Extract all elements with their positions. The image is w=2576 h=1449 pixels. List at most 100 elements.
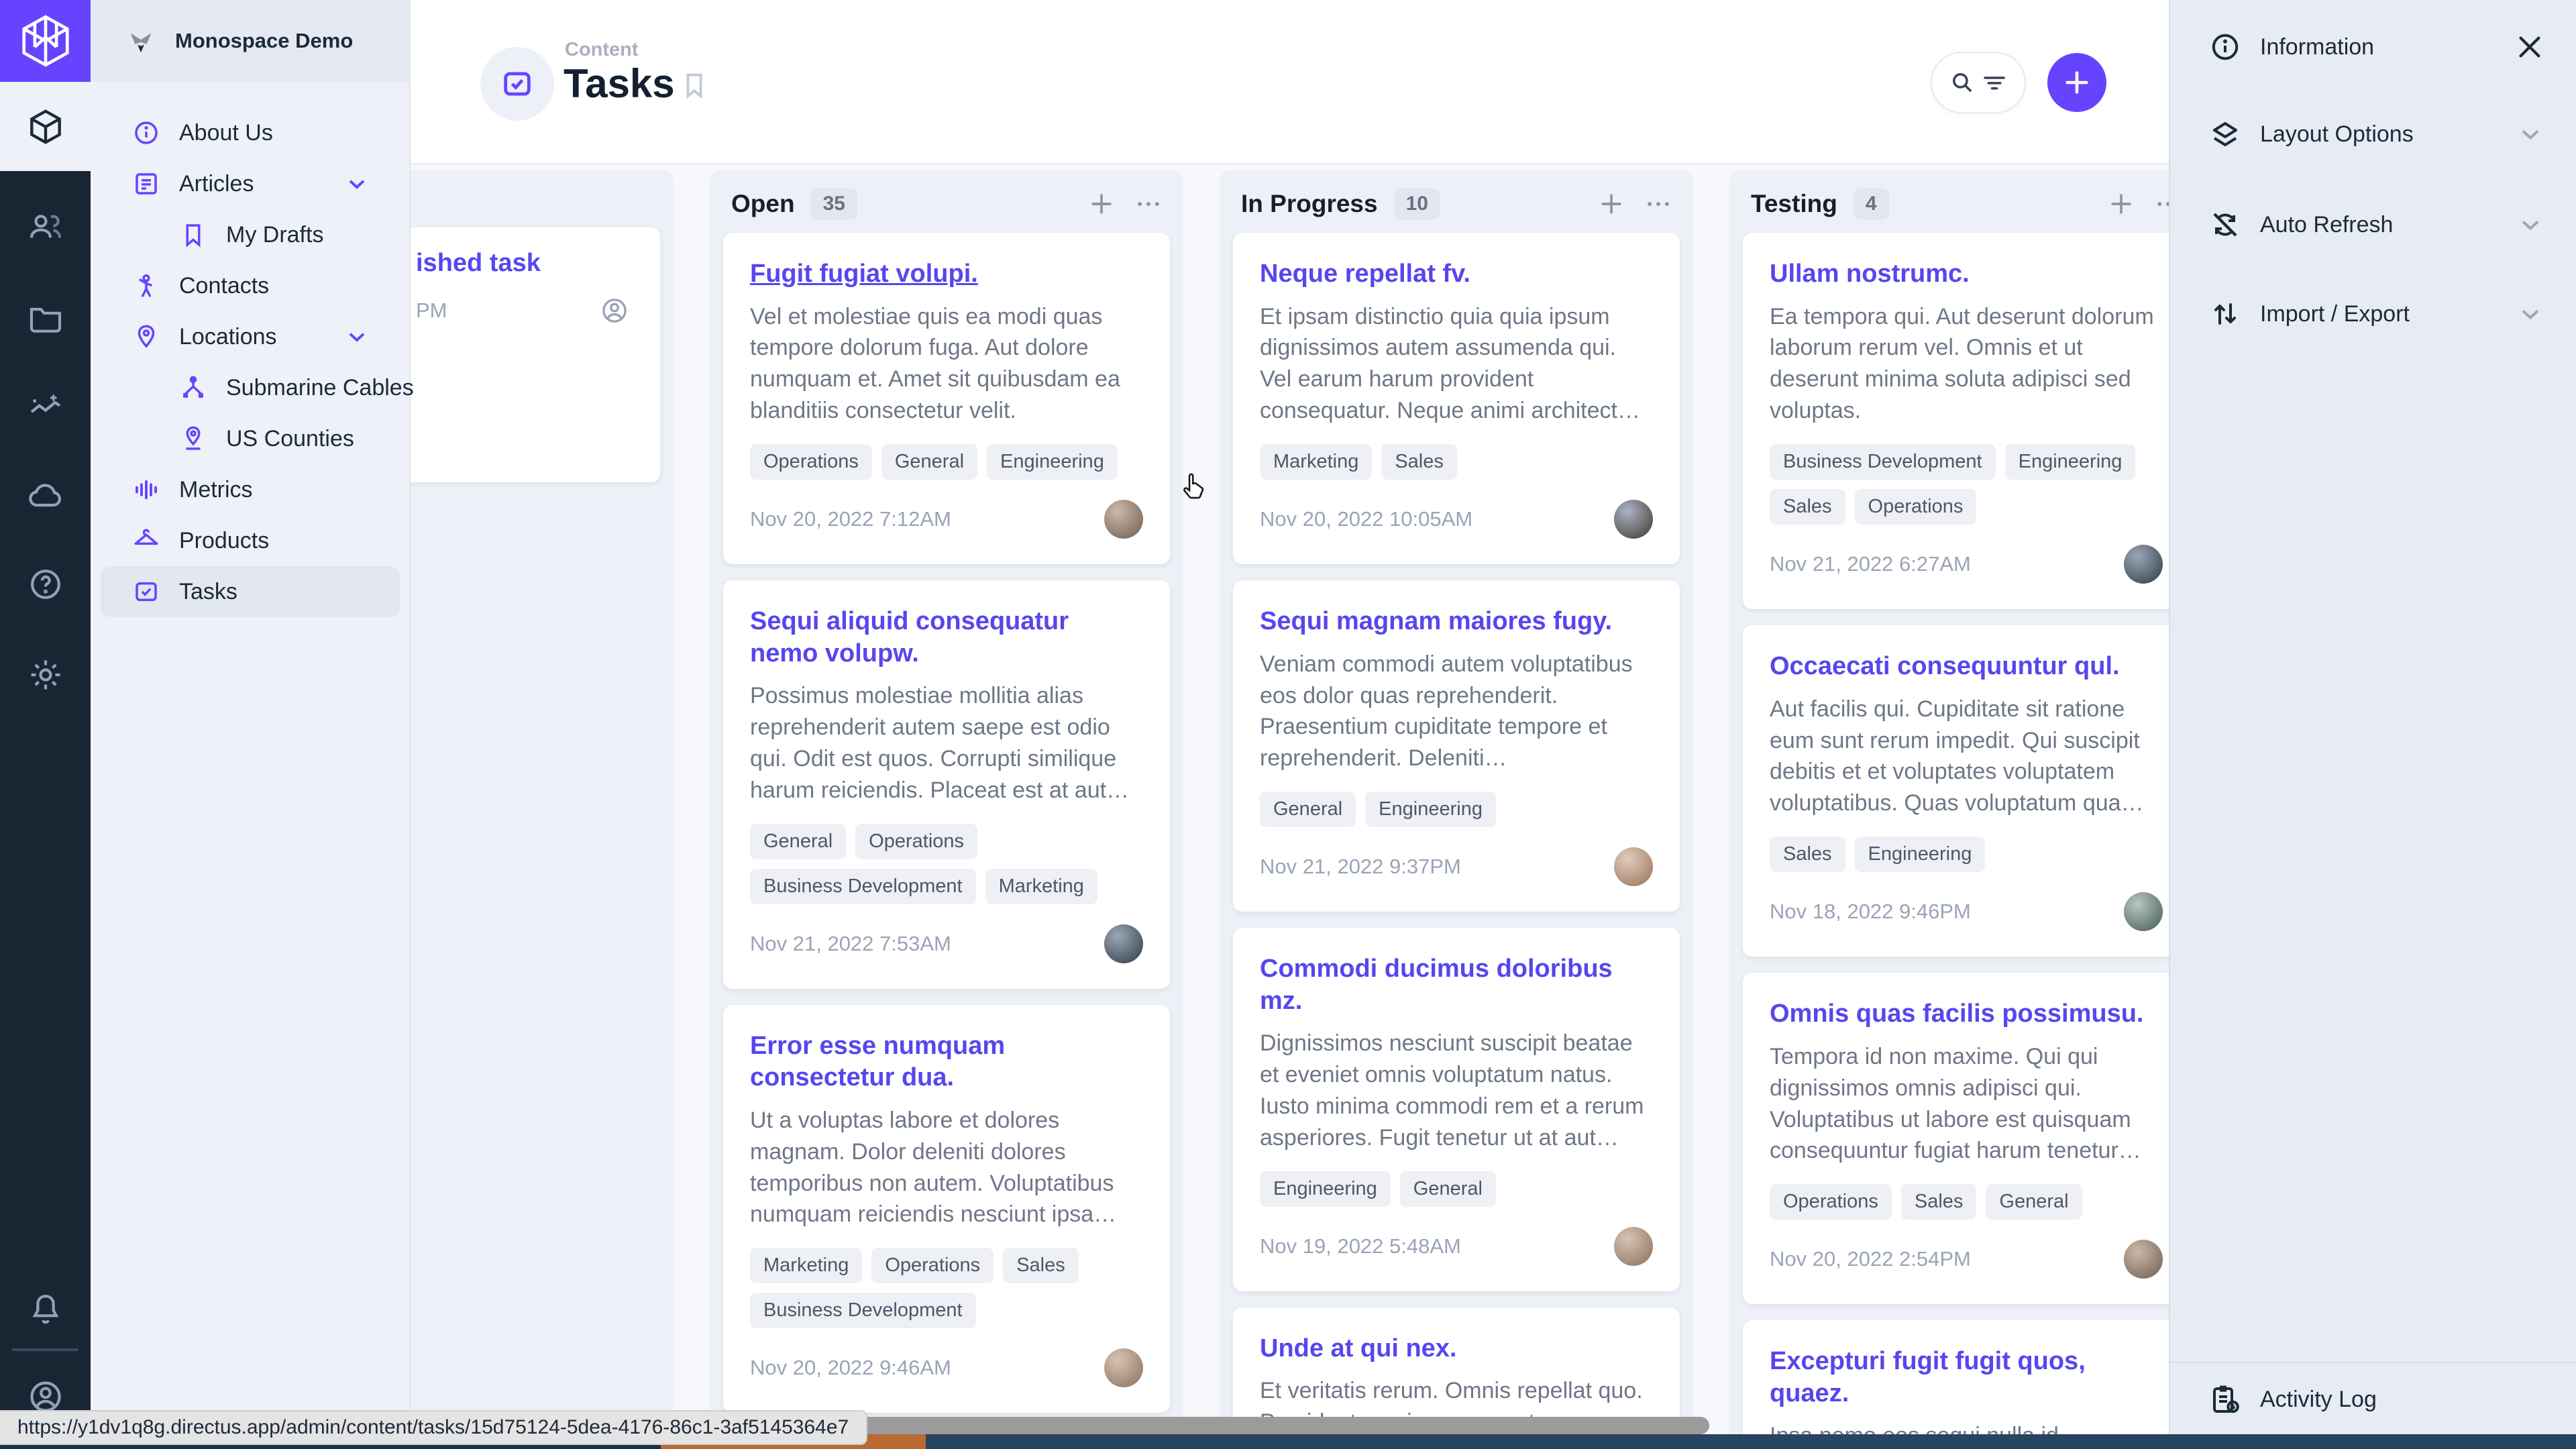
card-date: Nov 21, 2022 6:27AM — [1770, 552, 1971, 576]
sidebar-item-my-drafts[interactable]: My Drafts — [91, 209, 409, 260]
rail-item-insights[interactable] — [27, 388, 64, 426]
add-card-icon[interactable] — [2106, 189, 2136, 219]
card-body: Possimus molestiae mollitia alias repreh… — [750, 680, 1143, 806]
page-header: Content Tasks — [411, 0, 2169, 164]
card-title[interactable]: Neque repellat fv. — [1260, 258, 1653, 290]
task-card[interactable]: Fugit fugiat volupi. Vel et molestiae qu… — [723, 233, 1170, 564]
tag-chip: Sales — [1901, 1184, 1977, 1220]
task-card[interactable]: Ullam nostrumc. Ea tempora qui. Aut dese… — [1743, 233, 2190, 609]
card-body: Ea tempora qui. Aut deserunt dolorum lab… — [1770, 301, 2163, 427]
task-card[interactable]: Commodi ducimus doloribus mz. Dignissimo… — [1233, 928, 1680, 1291]
card-title[interactable]: Commodi ducimus doloribus mz. — [1260, 953, 1653, 1017]
tag-chip: Business Development — [750, 1293, 976, 1328]
add-card-icon[interactable] — [1597, 189, 1626, 219]
chevron-down-icon[interactable] — [2516, 210, 2545, 239]
card-title[interactable]: Sequi aliquid consequatur nemo volupw. — [750, 606, 1143, 669]
task-card[interactable]: Sequi magnam maiores fugy. Veniam commod… — [1233, 580, 1680, 912]
tag-chip: Marketing — [985, 869, 1097, 904]
chevron-down-icon[interactable] — [343, 323, 370, 350]
task-card[interactable]: Occaecati consequuntur qul. Aut facilis … — [1743, 625, 2190, 957]
sidebar-section-import-export[interactable]: Import / Export — [2170, 280, 2576, 347]
user-avatar-icon — [600, 296, 629, 325]
sidebar-item-metrics[interactable]: Metrics — [91, 464, 409, 515]
bookmark-icon[interactable] — [679, 70, 710, 101]
info-icon — [132, 119, 160, 147]
column-menu-icon[interactable] — [1134, 189, 1163, 219]
card-tags: Sales Engineering — [1770, 837, 2163, 872]
sidebar-item-products[interactable]: Products — [91, 515, 409, 566]
card-body: Vel et molestiae quis ea modi quas tempo… — [750, 301, 1143, 427]
sidebar-section-activity-log[interactable]: Activity Log — [2170, 1366, 2576, 1433]
breadcrumb[interactable]: Content — [565, 39, 639, 61]
column-menu-icon[interactable] — [1644, 189, 1673, 219]
sidebar-section-auto-refresh[interactable]: Auto Refresh — [2170, 191, 2576, 258]
sidebar-item-articles[interactable]: Articles — [91, 158, 409, 209]
section-label: Layout Options — [2260, 121, 2414, 148]
sidebar-item-us-counties[interactable]: US Counties — [91, 413, 409, 464]
rail-item-help[interactable] — [27, 566, 64, 603]
equalizer-icon — [132, 476, 160, 504]
task-card[interactable]: Error esse numquam consectetur dua. Ut a… — [723, 1005, 1170, 1413]
task-card[interactable]: Excepturi fugit fugit quos, quaez. Ipsa … — [1743, 1320, 2190, 1449]
card-title[interactable]: Fugit fugiat volupi. — [750, 258, 1143, 290]
bookmark-icon — [179, 221, 207, 249]
sidebar-item-submarine-cables[interactable]: Submarine Cables — [91, 362, 409, 413]
tag-chip: Operations — [855, 824, 977, 859]
avatar — [2124, 1240, 2163, 1279]
sidebar-section-information[interactable]: Information — [2170, 13, 2576, 80]
chevron-down-icon[interactable] — [2516, 119, 2545, 149]
card-title[interactable]: Error esse numquam consectetur dua. — [750, 1030, 1143, 1094]
task-card[interactable]: Neque repellat fv. Et ipsam distinctio q… — [1233, 233, 1680, 564]
chevron-down-icon[interactable] — [2516, 299, 2545, 329]
sidebar-section-layout-options[interactable]: Layout Options — [2170, 101, 2576, 168]
card-title[interactable]: Sequi magnam maiores fugy. — [1260, 606, 1653, 638]
filter-icon[interactable] — [1980, 68, 2008, 97]
card-tags: Operations Sales General — [1770, 1184, 2163, 1220]
task-card[interactable]: Sequi aliquid consequatur nemo volupw. P… — [723, 580, 1170, 989]
sidebar-item-locations[interactable]: Locations — [91, 311, 409, 362]
card-date: Nov 18, 2022 9:46PM — [1770, 900, 1971, 924]
card-title-fragment[interactable]: ished task — [416, 248, 629, 280]
sync-disabled-icon — [2209, 209, 2241, 241]
card-title[interactable]: Occaecati consequuntur qul. — [1770, 651, 2163, 683]
card-date: Nov 21, 2022 7:53AM — [750, 932, 951, 956]
rail-item-notifications[interactable] — [27, 1291, 64, 1328]
sidebar-item-tasks[interactable]: Tasks — [101, 566, 400, 617]
hanger-icon — [132, 527, 160, 555]
search-icon[interactable] — [1948, 68, 1976, 97]
rail-item-cloud[interactable] — [27, 477, 64, 515]
add-card-icon[interactable] — [1087, 189, 1116, 219]
cloud-icon — [27, 477, 64, 515]
project-header[interactable]: Monospace Demo — [91, 0, 409, 82]
card-title[interactable]: Excepturi fugit fugit quos, quaez. — [1770, 1346, 2163, 1409]
close-icon[interactable] — [2514, 32, 2545, 62]
tag-chip: Engineering — [987, 444, 1118, 480]
search-filter-button[interactable] — [1931, 52, 2026, 113]
task-card-partial[interactable]: ished task PM — [411, 227, 660, 482]
rail-item-users[interactable] — [27, 208, 64, 246]
add-item-button[interactable] — [2047, 53, 2106, 112]
chevron-down-icon[interactable] — [343, 170, 370, 197]
card-date-fragment: PM — [416, 299, 447, 323]
rail-item-files[interactable] — [27, 300, 64, 337]
card-tags: General Operations Business Development … — [750, 824, 1143, 904]
card-title[interactable]: Ullam nostrumc. — [1770, 258, 2163, 290]
sidebar-item-label: Locations — [179, 324, 277, 350]
sidebar-divider — [2170, 1362, 2576, 1363]
sidebar-item-about-us[interactable]: About Us — [91, 107, 409, 158]
card-title[interactable]: Unde at qui nex. — [1260, 1333, 1653, 1365]
section-label: Import / Export — [2260, 301, 2410, 327]
folder-icon — [27, 300, 64, 337]
brand-logo[interactable] — [0, 0, 91, 82]
card-date: Nov 20, 2022 9:46AM — [750, 1356, 951, 1380]
sidebar-item-contacts[interactable]: Contacts — [91, 260, 409, 311]
rail-item-settings[interactable] — [27, 656, 64, 694]
task-card[interactable]: Omnis quas facilis possimusu. Tempora id… — [1743, 973, 2190, 1304]
settings-icon — [27, 656, 64, 694]
activity-log-icon — [2209, 1383, 2241, 1415]
avatar — [1614, 1227, 1653, 1266]
rail-item-content[interactable] — [0, 82, 91, 171]
collection-badge — [480, 47, 554, 121]
column-header: In Progress 10 — [1220, 170, 1693, 233]
card-title[interactable]: Omnis quas facilis possimusu. — [1770, 998, 2163, 1030]
